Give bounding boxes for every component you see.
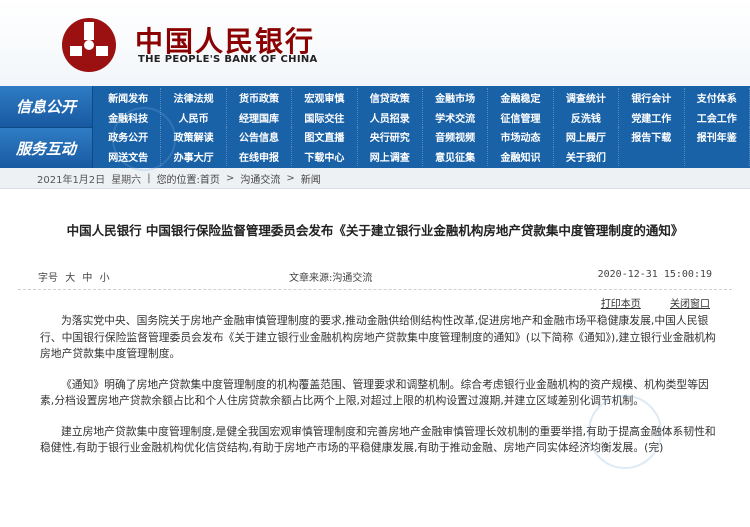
nav-item[interactable]: 在线申报	[227, 146, 293, 166]
nav-item[interactable]: 政务公开	[96, 127, 162, 147]
nav-item[interactable]: 公告信息	[227, 127, 293, 147]
nav-item[interactable]: 人员招录	[358, 107, 423, 127]
nav-item[interactable]: 新闻发布	[96, 88, 162, 108]
site-header: 中国人民银行 THE PEOPLE'S BANK OF CHINA	[0, 0, 750, 86]
nav-item[interactable]: 金融稳定	[488, 88, 554, 108]
nav-item[interactable]: 办事大厅	[161, 146, 227, 166]
nav-item[interactable]: 下载中心	[292, 146, 358, 166]
nav-item[interactable]: 法律法规	[161, 88, 227, 108]
nav-item[interactable]: 音频视频	[423, 127, 489, 147]
nav-item[interactable]: 工会工作	[685, 107, 750, 127]
nav-section-service-interaction[interactable]: 服务互动	[0, 127, 93, 169]
breadcrumb-news[interactable]: 新闻	[298, 171, 324, 186]
nav-item[interactable]: 反洗钱	[554, 107, 620, 127]
breadcrumb-arrow: >	[225, 172, 235, 184]
nav-item[interactable]: 党建工作	[619, 107, 685, 127]
nav-item[interactable]: 金融市场	[423, 88, 489, 108]
current-date: 2021年1月2日	[37, 174, 106, 186]
font-size-selector: 字号 大 中 小	[38, 269, 110, 284]
font-size-label: 字号	[38, 273, 58, 284]
nav-item[interactable]: 学术交流	[423, 107, 489, 127]
article-meta: 字号 大 中 小 文章来源:沟通交流 2020-12-31 15:00:19	[18, 267, 732, 290]
article-source: 文章来源:沟通交流	[289, 273, 373, 284]
nav-section-info-disclosure[interactable]: 信息公开	[0, 86, 93, 127]
article-actions: 打印本页 关闭窗口	[575, 295, 710, 310]
nav-item[interactable]: 网上展厅	[554, 127, 620, 147]
nav-item[interactable]: 货币政策	[227, 88, 293, 108]
article-paragraph: 《通知》明确了房地产贷款集中度管理制度的机构覆盖范围、管理要求和调整机制。综合考…	[40, 377, 709, 408]
nav-item[interactable]: 银行会计	[619, 88, 685, 108]
article-container: 中国人民银行 中国银行保险监督管理委员会发布《关于建立银行业金融机构房地产贷款集…	[18, 195, 732, 527]
article-paragraph: 为落实党中央、国务院关于房地产金融审慎管理制度的要求,推动金融供给侧结构性改革,…	[40, 314, 716, 360]
nav-menu-grid: 新闻发布 法律法规 货币政策 宏观审慎 信贷政策 金融市场 金融稳定 调查统计 …	[96, 88, 750, 166]
nav-item[interactable]: 报刊年鉴	[685, 127, 750, 147]
nav-item[interactable]: 网送文告	[96, 146, 162, 166]
breadcrumb-communication[interactable]: 沟通交流	[237, 171, 283, 186]
print-page-link[interactable]: 打印本页	[601, 299, 641, 310]
nav-item[interactable]: 金融知识	[488, 146, 554, 166]
nav-item[interactable]: 调查统计	[554, 88, 620, 108]
breadcrumb-arrow: >	[286, 172, 295, 184]
breadcrumb-separator: |	[147, 172, 151, 184]
nav-item[interactable]: 市场动态	[488, 127, 554, 147]
nav-item[interactable]: 报告下载	[619, 127, 685, 147]
nav-item-empty	[685, 146, 750, 166]
breadcrumb: 2021年1月2日 星期六 | 您的位置:首页 > 沟通交流 > 新闻	[0, 168, 750, 189]
article-title: 中国人民银行 中国银行保险监督管理委员会发布《关于建立银行业金融机构房地产贷款集…	[66, 223, 684, 238]
article-body: 为落实党中央、国务院关于房地产金融审慎管理制度的要求,推动金融供给侧结构性改革,…	[40, 313, 716, 471]
breadcrumb-home[interactable]: 您的位置:首页	[154, 171, 223, 186]
current-weekday: 星期六	[111, 174, 142, 186]
nav-item[interactable]: 央行研究	[358, 127, 423, 147]
nav-item[interactable]: 政策解读	[161, 127, 227, 147]
pboc-logo-icon[interactable]	[58, 16, 120, 74]
close-window-link[interactable]: 关闭窗口	[670, 299, 710, 310]
font-size-medium[interactable]: 中	[82, 273, 92, 284]
nav-item[interactable]: 图文直播	[292, 127, 358, 147]
nav-item[interactable]: 人民币	[161, 107, 227, 127]
nav-item[interactable]: 经理国库	[227, 107, 293, 127]
nav-item[interactable]: 意见征集	[423, 146, 489, 166]
main-navigation: 信息公开 服务互动 新闻发布 法律法规 货币政策 宏观审慎 信贷政策 金融市场 …	[0, 86, 750, 169]
nav-item[interactable]: 网上调查	[358, 146, 423, 166]
bank-name-english: THE PEOPLE'S BANK OF CHINA	[138, 54, 318, 65]
nav-item-empty	[619, 146, 685, 166]
font-size-large[interactable]: 大	[65, 273, 75, 284]
nav-item[interactable]: 支付体系	[685, 88, 750, 108]
nav-item[interactable]: 金融科技	[96, 107, 162, 127]
publish-time: 2020-12-31 15:00:19	[597, 269, 712, 280]
nav-item[interactable]: 关于我们	[554, 146, 620, 166]
article-paragraph: 建立房地产贷款集中度管理制度,是健全我国宏观审慎管理制度和完善房地产金融审慎管理…	[40, 424, 716, 455]
font-size-small[interactable]: 小	[100, 273, 110, 284]
nav-item[interactable]: 国际交往	[292, 107, 358, 127]
nav-item[interactable]: 宏观审慎	[292, 88, 358, 108]
nav-item[interactable]: 征信管理	[488, 107, 554, 127]
nav-item[interactable]: 信贷政策	[358, 88, 423, 108]
